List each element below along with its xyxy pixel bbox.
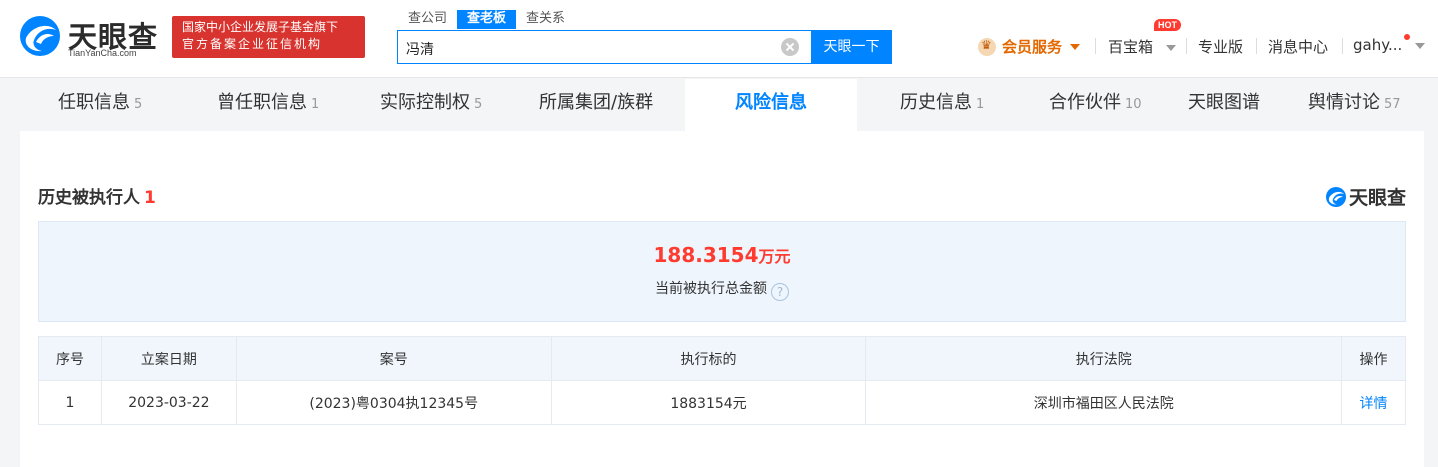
hot-badge: HOT [1154, 19, 1181, 31]
section-count: 1 [144, 188, 156, 208]
clear-icon[interactable] [781, 38, 799, 56]
logo-mark-icon [20, 16, 60, 56]
search-type-tabs: 查公司 查老板 查关系 [398, 10, 575, 29]
logo-mark-icon [1325, 186, 1346, 207]
amount-unit: 万元 [758, 247, 791, 266]
user-name: gahy... [1353, 36, 1403, 54]
tab-label: 曾任职信息 [217, 92, 307, 113]
banner-line-1: 国家中小企业发展子基金旗下 [182, 20, 339, 34]
tab-label: 历史信息 [900, 92, 972, 113]
table-row: 1 2023-03-22 (2023)粤0304执12345号 1883154元… [38, 380, 1406, 425]
summary-box: 188.3154万元 当前被执行总金额? [38, 221, 1406, 322]
tab-graph[interactable]: 天眼图谱 [1188, 79, 1260, 131]
vip-crown-icon [978, 37, 996, 56]
top-header: 天眼查 TianYanCha.com 国家中小企业发展子基金旗下 官方备案企业征… [0, 0, 1438, 78]
toolbox-menu[interactable]: 百宝箱 [1108, 36, 1176, 57]
col-header-date[interactable]: 立案日期 [100, 336, 237, 381]
total-amount: 188.3154万元 [39, 243, 1405, 267]
watermark-text: 天眼查 [1348, 187, 1406, 209]
tab-group[interactable]: 所属集团/族群 [539, 79, 653, 131]
tab-count: 5 [134, 97, 143, 112]
col-header-index: 序号 [38, 336, 102, 381]
total-amount-label: 当前被执行总金额? [39, 278, 1405, 301]
chevron-down-icon [1070, 43, 1081, 50]
nav-divider [1256, 38, 1257, 54]
tab-label: 天眼图谱 [1188, 92, 1260, 113]
search-input[interactable]: 冯清 [397, 30, 811, 64]
nav-divider [1342, 38, 1343, 54]
tab-count: 1 [976, 97, 985, 112]
tab-label: 舆情讨论 [1308, 92, 1380, 113]
chevron-down-icon [1165, 44, 1176, 51]
details-link[interactable]: 详情 [1341, 380, 1406, 425]
help-icon[interactable]: ? [771, 283, 789, 301]
tianyancha-logo[interactable]: 天眼查 TianYanCha.com [18, 14, 164, 60]
cell-amount: 1883154元 [550, 380, 867, 425]
col-header-amount: 执行标的 [550, 336, 867, 381]
table-header-row: 序号 立案日期 案号 执行标的 执行法院 操作 [38, 336, 1406, 381]
tab-positions[interactable]: 任职信息 5 [58, 79, 142, 131]
user-menu[interactable]: gahy... [1353, 36, 1426, 54]
cell-date: 2023-03-22 [100, 380, 237, 425]
tab-count: 1 [311, 97, 320, 112]
logo-domain: TianYanCha.com [68, 48, 137, 58]
profile-tabs: 任职信息 5 曾任职信息 1 实际控制权 5 所属集团/族群 风险信息 历史信息 1 合… [20, 79, 1424, 131]
search-tab-boss[interactable]: 查老板 [457, 10, 517, 29]
search-tab-relation[interactable]: 查关系 [516, 10, 575, 29]
cell-case-no: (2023)粤0304执12345号 [235, 380, 552, 425]
toolbox-label: 百宝箱 [1108, 38, 1154, 56]
tab-count: 10 [1125, 97, 1142, 112]
search-input-value: 冯清 [406, 42, 434, 58]
col-header-action: 操作 [1341, 336, 1406, 381]
tab-risk-info[interactable]: 风险信息 [685, 79, 857, 131]
tab-label: 任职信息 [58, 92, 130, 113]
chevron-down-icon [1415, 42, 1426, 49]
tab-count: 57 [1384, 97, 1401, 112]
certification-banner: 国家中小企业发展子基金旗下 官方备案企业征信机构 [172, 16, 365, 58]
execution-table: 序号 立案日期 案号 执行标的 执行法院 操作 1 2023-03-22 (20… [38, 336, 1406, 425]
tab-label: 合作伙伴 [1049, 92, 1121, 113]
vip-service-menu[interactable]: 会员服务 [978, 36, 1081, 57]
cell-index: 1 [38, 380, 102, 425]
message-center-link[interactable]: 消息中心 [1268, 36, 1328, 57]
search-button[interactable]: 天眼一下 [811, 30, 892, 64]
tab-actual-control[interactable]: 实际控制权 5 [380, 79, 482, 131]
section-title-text: 历史被执行人 [38, 188, 140, 208]
banner-line-2: 官方备案企业征信机构 [182, 37, 323, 51]
tab-label: 实际控制权 [380, 92, 470, 113]
col-header-case-no: 案号 [235, 336, 552, 381]
nav-divider [1186, 38, 1187, 54]
tab-label: 风险信息 [735, 92, 807, 113]
col-header-court: 执行法院 [865, 336, 1342, 381]
nav-divider [1095, 38, 1096, 54]
watermark-logo: 天眼查 [1325, 183, 1406, 210]
amount-value: 188.3154 [653, 243, 759, 267]
pro-version-link[interactable]: 专业版 [1198, 36, 1243, 57]
content-panel: 历史被执行人 1 天眼查 188.3154万元 当前被执行总金额? 序号 立案日期… [20, 131, 1424, 467]
search-tab-company[interactable]: 查公司 [398, 10, 457, 29]
tab-former-positions[interactable]: 曾任职信息 1 [217, 79, 319, 131]
amount-label-text: 当前被执行总金额 [655, 281, 767, 297]
notification-dot [1404, 34, 1410, 40]
section-title: 历史被执行人 1 [38, 183, 156, 208]
tab-label: 所属集团/族群 [539, 92, 654, 113]
tab-count: 5 [474, 97, 483, 112]
tab-public-opinion[interactable]: 舆情讨论 57 [1308, 79, 1401, 131]
tab-partners[interactable]: 合作伙伴 10 [1049, 79, 1142, 131]
vip-service-label: 会员服务 [1002, 38, 1063, 56]
tab-history[interactable]: 历史信息 1 [900, 79, 984, 131]
cell-court: 深圳市福田区人民法院 [865, 380, 1342, 425]
